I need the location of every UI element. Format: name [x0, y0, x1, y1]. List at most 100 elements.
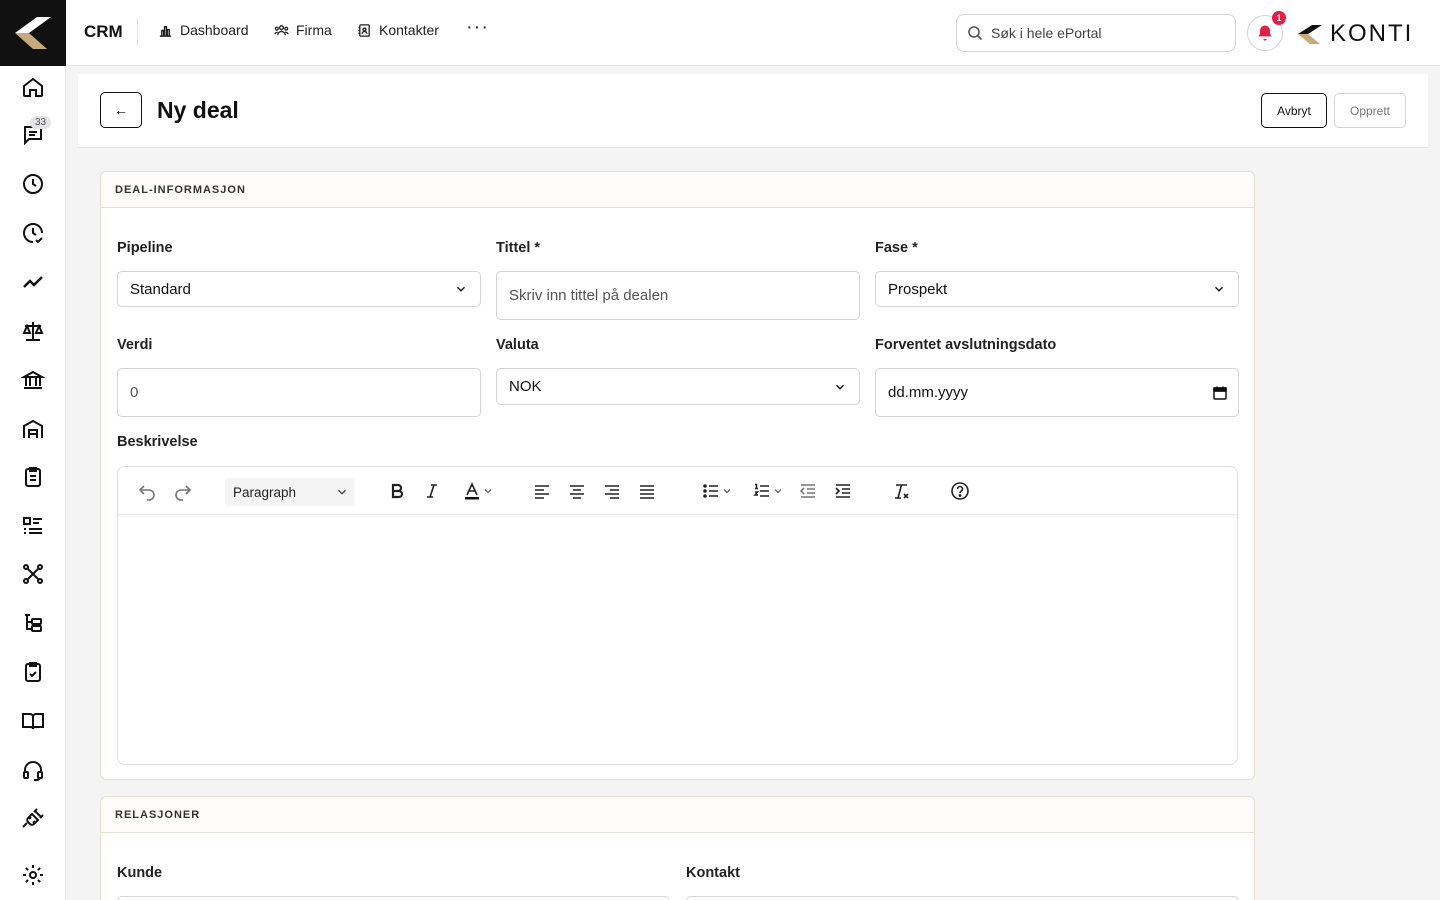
- value-input[interactable]: 0: [117, 368, 481, 417]
- module-title: CRM: [84, 22, 123, 41]
- editor-toolbar: Paragraph: [118, 467, 1237, 515]
- nav-kontakter[interactable]: Kontakter: [357, 22, 439, 38]
- clock-check-icon: [23, 223, 43, 244]
- clipboard-icon: [25, 467, 41, 487]
- outdent-button[interactable]: [797, 479, 819, 503]
- help-icon: [951, 482, 969, 500]
- align-center-button[interactable]: [566, 479, 588, 503]
- clear-format-button[interactable]: [890, 479, 912, 503]
- sidebar-item-bank[interactable]: [0, 360, 66, 400]
- redo-icon: [175, 485, 192, 501]
- phase-select[interactable]: Prospekt: [875, 271, 1239, 307]
- value-label: Verdi: [117, 337, 153, 353]
- sidebar-item-structure[interactable]: [0, 603, 66, 643]
- text-color-button[interactable]: [455, 479, 501, 503]
- title-placeholder: Skriv inn tittel på dealen: [509, 287, 669, 304]
- sidebar-item-time-approval[interactable]: [0, 213, 66, 253]
- align-center-icon: [570, 485, 584, 499]
- align-left-button[interactable]: [531, 479, 553, 503]
- contact-select[interactable]: [686, 896, 1239, 900]
- sidebar-item-home[interactable]: [0, 67, 66, 107]
- network-icon: [23, 564, 43, 584]
- help-button[interactable]: [949, 479, 971, 503]
- sidebar-item-network[interactable]: [0, 554, 66, 594]
- sidebar: 33: [0, 0, 66, 900]
- chart-icon: [159, 25, 172, 37]
- relations-card: RELASJONER Kunde Kontakt: [100, 796, 1255, 900]
- italic-button[interactable]: [421, 479, 443, 503]
- indent-button[interactable]: [832, 479, 854, 503]
- section-title: DEAL-INFORMASJON: [101, 172, 1254, 208]
- sidebar-item-time[interactable]: [0, 164, 66, 204]
- deal-info-card: DEAL-INFORMASJON Pipeline Standard Titte…: [100, 171, 1255, 780]
- divider: [137, 18, 138, 46]
- sidebar-item-legal[interactable]: [0, 311, 66, 351]
- block-format-value: Paragraph: [233, 484, 297, 500]
- trend-icon: [23, 276, 43, 288]
- align-left-icon: [535, 485, 549, 499]
- bullet-list-icon: [703, 484, 718, 498]
- numbered-list-icon: [753, 483, 769, 497]
- create-button[interactable]: Opprett: [1334, 93, 1406, 128]
- notification-count: 1: [1272, 11, 1286, 25]
- contact-label: Kontakt: [686, 865, 740, 881]
- text-color-icon: [465, 482, 479, 500]
- chevron-down-icon: [457, 286, 465, 292]
- search-input[interactable]: [991, 25, 1221, 41]
- plug-icon: [22, 808, 44, 828]
- title-input[interactable]: Skriv inn tittel på dealen: [496, 271, 860, 320]
- redo-button[interactable]: [172, 479, 194, 503]
- messages-badge: 33: [30, 116, 52, 129]
- nav-firma-label: Firma: [296, 22, 332, 38]
- sidebar-item-analytics[interactable]: [0, 262, 66, 302]
- description-editor: Paragraph: [117, 466, 1238, 765]
- align-justify-button[interactable]: [636, 479, 658, 503]
- contact-book-icon: [358, 23, 370, 37]
- chevron-down-icon: [723, 489, 731, 494]
- sidebar-item-warehouse[interactable]: [0, 409, 66, 449]
- italic-icon: [427, 484, 437, 498]
- customer-select[interactable]: [117, 896, 670, 900]
- bold-button[interactable]: [386, 479, 408, 503]
- notifications-button[interactable]: 1: [1247, 11, 1286, 51]
- pipeline-select[interactable]: Standard: [117, 271, 481, 307]
- currency-select[interactable]: NOK: [496, 368, 860, 405]
- calendar-icon[interactable]: [1212, 385, 1228, 401]
- global-search[interactable]: [956, 14, 1236, 52]
- headset-icon: [23, 761, 43, 782]
- book-icon: [22, 713, 44, 730]
- section-title: RELASJONER: [101, 797, 1254, 833]
- sidebar-item-support[interactable]: [0, 750, 66, 790]
- sidebar-item-docs[interactable]: [0, 701, 66, 741]
- nav-firma[interactable]: Firma: [274, 22, 332, 38]
- numbered-list-button[interactable]: [746, 479, 790, 503]
- undo-icon: [138, 485, 155, 501]
- warehouse-icon: [23, 419, 43, 438]
- konti-wordmark: KONTI: [1330, 20, 1414, 47]
- editor-content-area[interactable]: [118, 515, 1237, 764]
- sidebar-item-integrations[interactable]: [0, 799, 66, 839]
- cancel-button[interactable]: Avbryt: [1261, 93, 1327, 128]
- chevron-down-icon: [338, 489, 346, 495]
- sidebar-item-list[interactable]: [0, 506, 66, 546]
- sidebar-item-settings[interactable]: [0, 855, 66, 895]
- home-icon: [23, 77, 43, 97]
- back-button[interactable]: ←: [100, 92, 142, 128]
- clock-icon: [23, 174, 43, 194]
- phase-label: Fase *: [875, 240, 918, 256]
- currency-value: NOK: [509, 378, 542, 395]
- block-format-select[interactable]: Paragraph: [225, 478, 355, 506]
- sidebar-item-checklist[interactable]: [0, 652, 66, 692]
- konti-mark-icon: [1298, 25, 1322, 44]
- app-logo[interactable]: [0, 0, 66, 66]
- close-date-input[interactable]: dd.mm.yyyy: [875, 368, 1239, 417]
- bullet-list-button[interactable]: [695, 479, 739, 503]
- nav-kontakter-label: Kontakter: [379, 22, 439, 38]
- phase-value: Prospekt: [888, 280, 948, 298]
- align-right-button[interactable]: [601, 479, 623, 503]
- more-menu-button[interactable]: ···: [466, 16, 489, 39]
- undo-button[interactable]: [136, 479, 158, 503]
- chevron-down-icon: [1215, 286, 1223, 292]
- nav-dashboard[interactable]: Dashboard: [158, 22, 249, 38]
- sidebar-item-tasks[interactable]: [0, 457, 66, 497]
